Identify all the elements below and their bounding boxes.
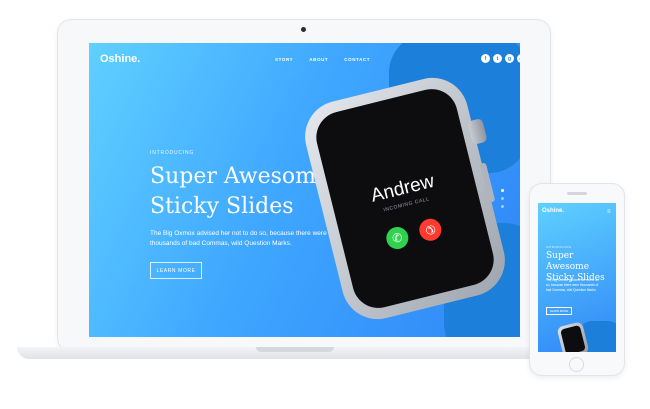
nav-link-about[interactable]: ABOUT	[309, 57, 328, 62]
nav-link-contact[interactable]: CONTACT	[344, 57, 370, 62]
slide-dot-1[interactable]	[501, 189, 504, 192]
slide-dot-2[interactable]	[501, 197, 504, 200]
laptop-frame: Oshine. STORY ABOUT CONTACT f t g ◎ INTR…	[57, 19, 551, 352]
instagram-icon[interactable]: ◎	[517, 54, 520, 63]
slide-dots	[501, 189, 504, 208]
nav-link-story[interactable]: STORY	[275, 57, 293, 62]
camera-dot	[301, 27, 306, 32]
phone-frame: Oshine. ≡ INTRODUCING Super Awesome Stic…	[529, 183, 625, 376]
phone-home-button	[569, 357, 584, 372]
phone-hero-description: The Big Oxmox advised her not to do so, …	[546, 278, 599, 292]
phone-speaker	[567, 192, 587, 195]
phone-hero-eyebrow: INTRODUCING	[546, 245, 572, 249]
phone-logo[interactable]: Oshine.	[542, 208, 564, 214]
slide-dot-3[interactable]	[501, 205, 504, 208]
hamburger-menu-icon[interactable]: ≡	[607, 209, 611, 215]
hero-description: The Big Oxmox advised her not to do so, …	[150, 230, 327, 247]
learn-more-button[interactable]: LEARN MORE	[150, 262, 202, 279]
googleplus-icon[interactable]: g	[505, 54, 514, 63]
phone-accept-icon: ✆	[384, 224, 411, 252]
phone-decline-icon: ✆	[415, 214, 446, 245]
logo[interactable]: Oshine.	[100, 53, 140, 65]
facebook-icon[interactable]: f	[481, 54, 490, 63]
phone-screen: Oshine. ≡ INTRODUCING Super Awesome Stic…	[538, 203, 616, 352]
laptop-notch	[256, 347, 334, 352]
social-icons: f t g ◎	[481, 54, 520, 63]
hero-eyebrow: INTRODUCING	[150, 150, 195, 156]
phone-learn-more-button[interactable]: LEARN MORE	[546, 307, 572, 315]
hero-headline: Super Awesome Sticky Slides	[150, 164, 330, 219]
nav-links: STORY ABOUT CONTACT	[275, 57, 370, 62]
laptop-screen: Oshine. STORY ABOUT CONTACT f t g ◎ INTR…	[89, 43, 520, 337]
twitter-icon[interactable]: t	[493, 54, 502, 63]
